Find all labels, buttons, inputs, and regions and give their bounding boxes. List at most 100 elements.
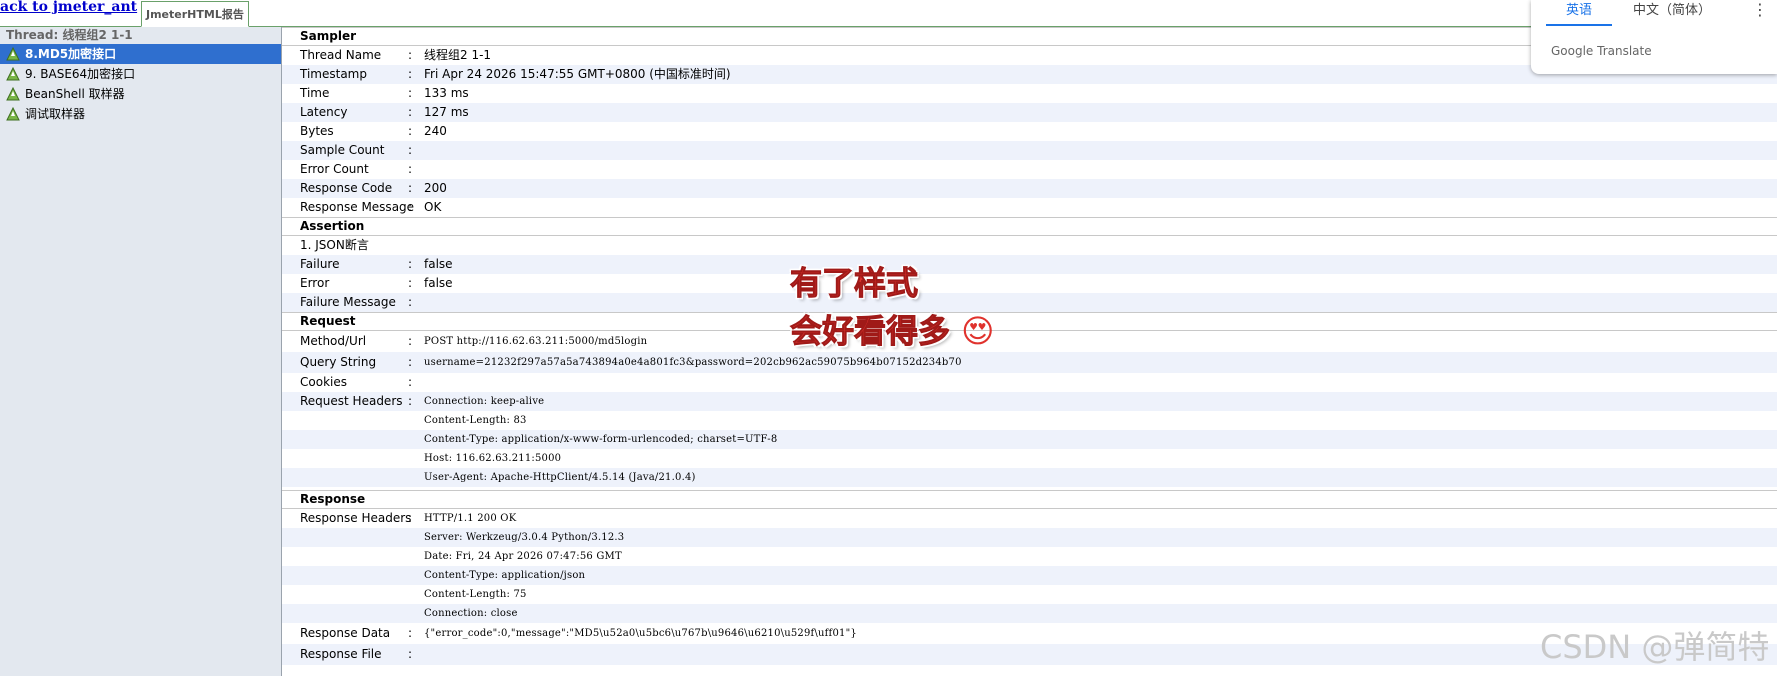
detail-row: Error: false xyxy=(282,274,1777,293)
row-label: Response Headers xyxy=(300,511,412,525)
detail-row: Failure Message: xyxy=(282,293,1777,312)
header-line: HTTP/1.1 200 OK xyxy=(424,513,517,524)
header-line: Content-Length: 75 xyxy=(424,589,527,600)
watermark: CSDN @弹简特 xyxy=(1540,628,1770,666)
sampler-icon xyxy=(6,67,20,81)
sidebar-item-label: 9. BASE64加密接口 xyxy=(25,67,136,81)
row-label: Failure xyxy=(300,257,340,271)
header-line: Host: 116.62.63.211:5000 xyxy=(424,453,562,464)
details-panel: Sampler Thread Name: 线程组2 1-1 Timestamp: F… xyxy=(282,27,1777,676)
row-label: Response File xyxy=(300,647,382,661)
annotation-line-1: 有了样式 xyxy=(789,264,919,303)
row-label: Thread Name xyxy=(300,48,382,62)
row-value xyxy=(424,293,1777,312)
detail-row: User-Agent: Apache-HttpClient/4.5.14 (Ja… xyxy=(282,468,1777,487)
row-value: false xyxy=(424,276,453,290)
top-bar: ack to jmeter_ant JmeterHTML报告 xyxy=(0,0,1777,27)
header-line: Content-Type: application/json xyxy=(424,570,586,581)
sampler-icon xyxy=(6,47,20,61)
row-label: Latency xyxy=(300,105,348,119)
section-request-header: Request xyxy=(282,312,1777,331)
sidebar-item-label: BeanShell 取样器 xyxy=(25,87,125,101)
row-label: Method/Url xyxy=(300,334,367,348)
row-value: 133 ms xyxy=(424,86,469,100)
section-response-header: Response xyxy=(282,490,1777,509)
row-label: Query String xyxy=(300,355,377,369)
row-label: Response Data xyxy=(300,626,391,640)
detail-row: Latency:127 ms xyxy=(282,103,1777,122)
detail-row: Content-Type: application/x-www-form-url… xyxy=(282,430,1777,449)
more-menu-icon[interactable]: ⋮ xyxy=(1752,0,1768,20)
assertion-name-row: 1. JSON断言 xyxy=(282,236,1777,255)
header-line: Date: Fri, 24 Apr 2026 07:47:56 GMT xyxy=(424,551,622,562)
header-line: Connection: close xyxy=(424,608,518,619)
header-line: User-Agent: Apache-HttpClient/4.5.14 (Ja… xyxy=(424,472,696,483)
header-line: Server: Werkzeug/3.0.4 Python/3.12.3 xyxy=(424,532,625,543)
row-label: Bytes xyxy=(300,124,334,138)
row-label: Error Count xyxy=(300,162,369,176)
sampler-icon xyxy=(6,87,20,101)
row-label: Response Message xyxy=(300,200,415,214)
sidebar: Thread: 线程组2 1-1 8.MD5加密接口 9. BASE64加密接口… xyxy=(0,27,282,676)
detail-row: Bytes:240 xyxy=(282,122,1777,141)
header-line: Content-Type: application/x-www-form-url… xyxy=(424,434,778,445)
translate-tab-english[interactable]: 英语 xyxy=(1546,0,1612,26)
row-value: 240 xyxy=(424,124,447,138)
detail-row: Response Message: OK xyxy=(282,198,1777,217)
row-value xyxy=(424,160,1777,179)
detail-row: Date: Fri, 24 Apr 2026 07:47:56 GMT xyxy=(282,547,1777,566)
header-line: Connection: keep-alive xyxy=(424,396,545,407)
detail-row: Cookies: xyxy=(282,373,1777,392)
detail-row: Content-Type: application/json xyxy=(282,566,1777,585)
row-value: 127 ms xyxy=(424,105,469,119)
assertion-name: 1. JSON断言 xyxy=(300,238,369,252)
row-label: Time xyxy=(300,86,330,100)
row-label: Error xyxy=(300,276,330,290)
sidebar-item-debug[interactable]: 调试取样器 xyxy=(0,104,281,124)
google-translate-brand: Google Translate xyxy=(1551,44,1652,58)
method-url-value: POST http://116.62.63.211:5000/md5login xyxy=(424,336,648,347)
report-tab[interactable]: JmeterHTML报告 xyxy=(141,1,249,27)
row-label: Cookies xyxy=(300,375,347,389)
header-line: Content-Length: 83 xyxy=(424,415,527,426)
detail-row: Sample Count: xyxy=(282,141,1777,160)
thread-title: Thread: 线程组2 1-1 xyxy=(6,28,133,42)
row-value xyxy=(424,141,1777,160)
detail-row: Error Count: xyxy=(282,160,1777,179)
annotation-line-2: 会好看得多 😍 xyxy=(789,306,995,352)
query-string-value: username=21232f297a57a5a743894a0e4a801fc… xyxy=(424,357,962,368)
detail-row: Time:133 ms xyxy=(282,84,1777,103)
detail-row: Response Headers: HTTP/1.1 200 OK xyxy=(282,509,1777,528)
heart-eyes-emoji: 😍 xyxy=(961,312,995,350)
row-label: Failure Message xyxy=(300,295,396,309)
detail-row: Failure: false xyxy=(282,255,1777,274)
detail-row: Response Code:200 xyxy=(282,179,1777,198)
row-label: Request Headers xyxy=(300,394,403,408)
detail-row: Content-Length: 83 xyxy=(282,411,1777,430)
sidebar-item-beanshell[interactable]: BeanShell 取样器 xyxy=(0,84,281,104)
detail-row: Connection: close xyxy=(282,604,1777,623)
back-link[interactable]: ack to jmeter_ant xyxy=(0,0,137,15)
row-value: 200 xyxy=(424,181,447,195)
translate-tab-chinese[interactable]: 中文（简体） xyxy=(1633,0,1711,24)
row-label: Timestamp xyxy=(300,67,367,81)
translate-popup: 英语 中文（简体） ⋮ Google Translate xyxy=(1531,0,1777,74)
sidebar-item-base64[interactable]: 9. BASE64加密接口 xyxy=(0,64,281,84)
detail-row: Query String: username=21232f297a57a5a743… xyxy=(282,352,1777,373)
cookies-value xyxy=(424,373,1777,392)
detail-row: Content-Length: 75 xyxy=(282,585,1777,604)
detail-row: Request Headers: Connection: keep-alive xyxy=(282,392,1777,411)
sidebar-item-md5[interactable]: 8.MD5加密接口 xyxy=(0,44,281,64)
row-label: Response Code xyxy=(300,181,393,195)
section-assertion-header: Assertion xyxy=(282,217,1777,236)
detail-row: Host: 116.62.63.211:5000 xyxy=(282,449,1777,468)
row-value: false xyxy=(424,257,453,271)
sampler-icon xyxy=(6,107,20,121)
sidebar-item-label: 8.MD5加密接口 xyxy=(25,47,117,61)
annotation-text: 会好看得多 xyxy=(789,312,951,351)
detail-row: Method/Url: POST http://116.62.63.211:500… xyxy=(282,331,1777,352)
row-value: OK xyxy=(424,200,442,214)
row-label: Sample Count xyxy=(300,143,385,157)
detail-row: Server: Werkzeug/3.0.4 Python/3.12.3 xyxy=(282,528,1777,547)
sidebar-item-label: 调试取样器 xyxy=(25,107,86,121)
